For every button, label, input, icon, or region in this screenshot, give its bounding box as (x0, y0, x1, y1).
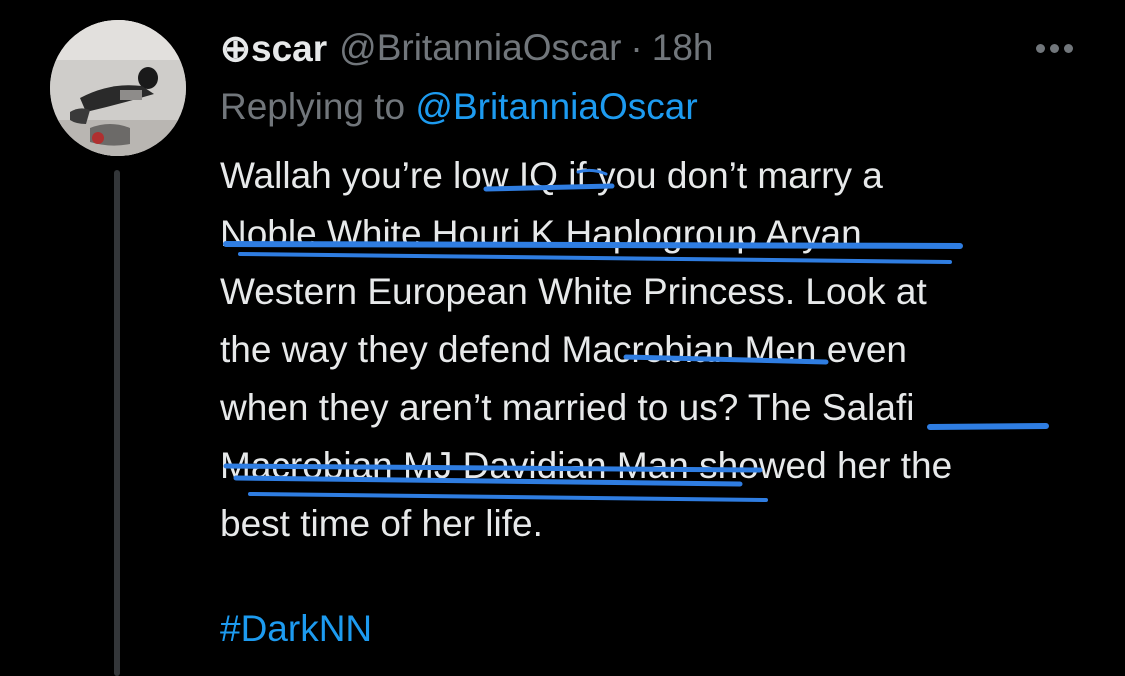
tweet-text-line: Macrobian MJ Davidian Man showed her the (220, 445, 953, 486)
more-options-button[interactable] (1030, 30, 1078, 66)
tweet-text-line: Wallah you’re low IQ if you don’t marry … (220, 155, 883, 196)
hashtag-link[interactable]: #DarkNN (220, 600, 372, 658)
replying-to: Replying to @BritanniaOscar (220, 86, 698, 128)
tweet-text-line: Noble White Houri K Haplogroup Aryan (220, 213, 862, 254)
avatar-photo (50, 20, 186, 156)
more-horizontal-icon-dot (1035, 43, 1045, 53)
user-handle[interactable]: @BritanniaOscar (339, 27, 621, 69)
tweet-text-line: best time of her life. (220, 503, 543, 544)
tweet-text: Wallah you’re low IQ if you don’t marry … (220, 147, 1100, 553)
tweet-text-line: Western European White Princess. Look at (220, 271, 927, 312)
tweet-header: ⊕scar @BritanniaOscar · 18h (220, 26, 713, 70)
thread-connector-line (114, 170, 120, 676)
avatar[interactable] (50, 20, 186, 156)
tweet[interactable]: ⊕scar @BritanniaOscar · 18h Replying to … (0, 0, 1125, 676)
display-name[interactable]: ⊕scar (220, 27, 327, 70)
more-horizontal-icon-dot (1049, 43, 1059, 53)
tweet-text-line: when they aren’t married to us? The Sala… (220, 387, 915, 428)
more-horizontal-icon-dot (1063, 43, 1073, 53)
replying-to-label: Replying to (220, 86, 406, 127)
separator-dot: · (630, 27, 643, 68)
timestamp[interactable]: 18h (652, 27, 714, 69)
tweet-text-line: the way they defend Macrobian Men even (220, 329, 907, 370)
replying-to-handle-link[interactable]: @BritanniaOscar (415, 86, 697, 127)
